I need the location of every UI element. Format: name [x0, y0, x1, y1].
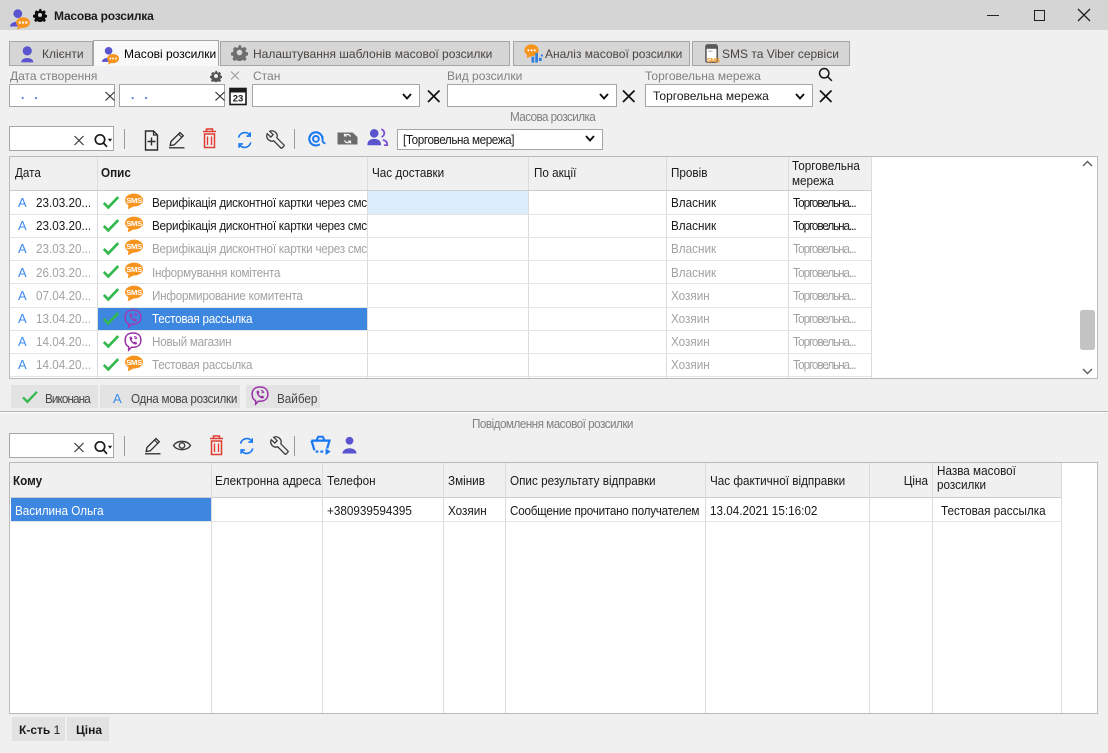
svg-text:SMS: SMS — [126, 219, 142, 228]
svg-text:SMS: SMS — [126, 358, 142, 367]
svg-text:SMS: SMS — [126, 265, 142, 274]
svg-text:SMS: SMS — [126, 288, 142, 297]
svg-text:SMS: SMS — [126, 195, 142, 204]
svg-text:SMS: SMS — [126, 242, 142, 251]
svg-text:23: 23 — [233, 94, 244, 105]
svg-text:SMS: SMS — [707, 58, 720, 64]
